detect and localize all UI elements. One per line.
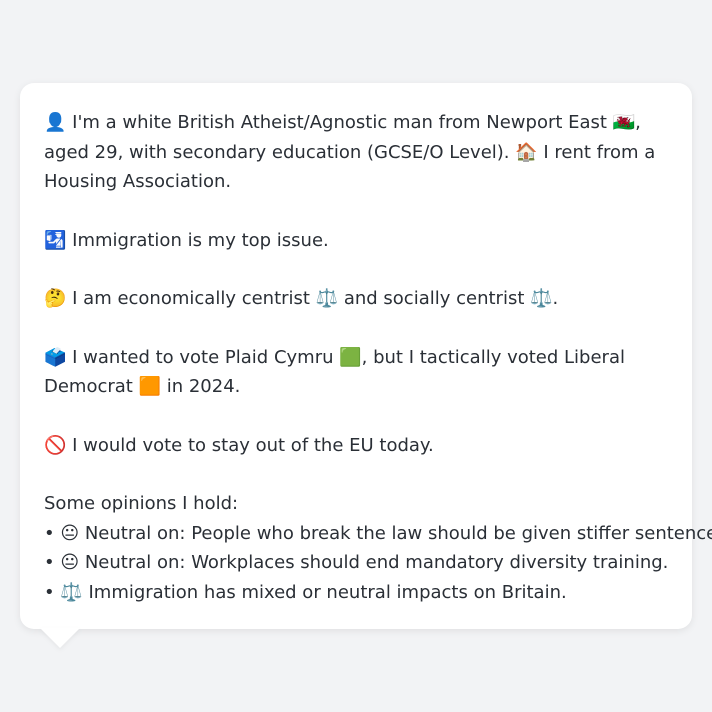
eu-stance-line: 🚫 I would vote to stay out of the EU tod… <box>44 434 434 456</box>
political-leaning-line: 🤔 I am economically centrist ⚖️ and soci… <box>44 288 559 309</box>
persona-intro: 👤 I'm a white British Atheist/Agnostic m… <box>44 112 656 192</box>
opinions-list: • 😐 Neutral on: People who break the law… <box>44 519 712 608</box>
vote-2024-line: 🗳️ I wanted to vote Plaid Cymru 🟩, but I… <box>44 346 625 398</box>
bubble-tail <box>40 628 80 648</box>
opinion-item: • ⚖️ Immigration has mixed or neutral im… <box>44 581 567 603</box>
top-issue-line: 🛂 Immigration is my top issue. <box>44 229 329 251</box>
persona-message-bubble: 👤 I'm a white British Atheist/Agnostic m… <box>20 83 712 629</box>
opinion-item: • 😐 Neutral on: People who break the law… <box>44 522 712 544</box>
opinion-item: • 😐 Neutral on: Workplaces should end ma… <box>44 552 669 573</box>
opinions-header: Some opinions I hold: <box>44 493 239 514</box>
